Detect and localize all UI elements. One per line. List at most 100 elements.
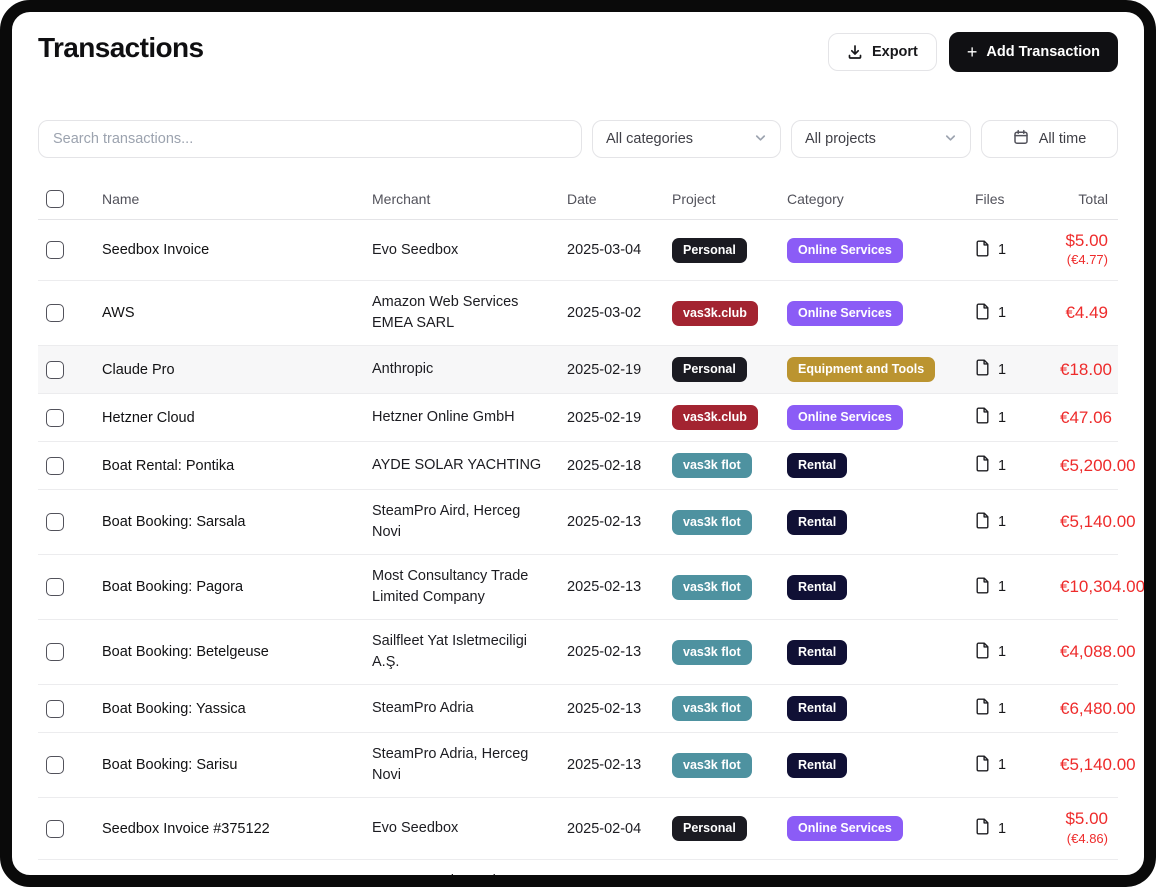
row-total: €5,200.00 bbox=[1060, 456, 1146, 476]
categories-select[interactable]: All categories bbox=[592, 120, 781, 158]
download-icon bbox=[847, 44, 863, 60]
row-merchant: AYDE SOLAR YACHTING bbox=[372, 455, 567, 476]
table-row[interactable]: Boat Booking: Betelgeuse Sailfleet Yat I… bbox=[38, 620, 1118, 685]
add-transaction-button[interactable]: + Add Transaction bbox=[949, 32, 1118, 72]
row-name: AWS bbox=[102, 305, 372, 321]
table-row[interactable]: Boat Booking: Sarsala SteamPro Aird, Her… bbox=[38, 490, 1118, 555]
row-checkbox[interactable] bbox=[46, 883, 64, 887]
table-row[interactable]: Hetzner Cloud Hetzner Online GmbH 2025-0… bbox=[38, 394, 1118, 442]
file-icon bbox=[975, 407, 990, 428]
row-checkbox[interactable] bbox=[46, 700, 64, 718]
row-total: $5.00 (€4.77) bbox=[1060, 231, 1118, 269]
file-count: 1 bbox=[998, 458, 1006, 474]
row-total: €47.06 bbox=[1060, 408, 1122, 428]
row-merchant: SteamPro Adria bbox=[372, 698, 567, 719]
row-date: 2025-02-13 bbox=[567, 757, 672, 773]
file-icon bbox=[975, 359, 990, 380]
row-date: 2025-02-13 bbox=[567, 514, 672, 530]
table-row[interactable]: AWS Amazon Web Services EMEA SARL 2025-0… bbox=[38, 281, 1118, 346]
chevron-down-icon bbox=[944, 131, 957, 148]
row-date: 2025-02-18 bbox=[567, 458, 672, 474]
table-row[interactable]: Boat Booking: Sarisu SteamPro Adria, Her… bbox=[38, 733, 1118, 798]
row-checkbox[interactable] bbox=[46, 578, 64, 596]
row-date: 2025-02-19 bbox=[567, 410, 672, 426]
table-row[interactable]: Seedbox Invoice Evo Seedbox 2025-03-04 P… bbox=[38, 220, 1118, 281]
row-total: €4.49 bbox=[1060, 303, 1118, 323]
row-merchant: Hetzner Online GmbH bbox=[372, 407, 567, 428]
table-row[interactable]: AWS Amazon Web Services EMEA SARL 2025-0… bbox=[38, 860, 1118, 887]
project-badge: Personal bbox=[672, 238, 747, 263]
file-icon bbox=[975, 577, 990, 598]
add-transaction-button-label: Add Transaction bbox=[986, 44, 1100, 60]
row-merchant: Amazon Web Services EMEA SARL bbox=[372, 292, 567, 334]
table-row[interactable]: Boat Booking: Pagora Most Consultancy Tr… bbox=[38, 555, 1118, 620]
project-badge: vas3k flot bbox=[672, 696, 752, 721]
row-checkbox[interactable] bbox=[46, 361, 64, 379]
table-row[interactable]: Boat Booking: Yassica SteamPro Adria 202… bbox=[38, 685, 1118, 733]
search-input[interactable] bbox=[53, 131, 567, 147]
project-badge: vas3k flot bbox=[672, 453, 752, 478]
category-badge: Online Services bbox=[787, 816, 903, 841]
row-date: 2025-02-04 bbox=[567, 821, 672, 837]
row-checkbox[interactable] bbox=[46, 457, 64, 475]
row-checkbox[interactable] bbox=[46, 409, 64, 427]
row-total: €4,088.00 bbox=[1060, 642, 1146, 662]
row-date: 2025-02-13 bbox=[567, 644, 672, 660]
date-range-button[interactable]: All time bbox=[981, 120, 1118, 158]
category-badge: Online Services bbox=[787, 238, 903, 263]
category-badge: Equipment and Tools bbox=[787, 357, 935, 382]
table-row[interactable]: Claude Pro Anthropic 2025-02-19 Personal… bbox=[38, 346, 1118, 394]
column-header-category: Category bbox=[787, 191, 975, 207]
project-badge: vas3k.club bbox=[672, 879, 758, 887]
row-merchant: Evo Seedbox bbox=[372, 240, 567, 261]
total-amount: €47.06 bbox=[1060, 408, 1112, 428]
file-count: 1 bbox=[998, 644, 1006, 660]
row-name: Hetzner Cloud bbox=[102, 410, 372, 426]
row-checkbox[interactable] bbox=[46, 756, 64, 774]
row-checkbox[interactable] bbox=[46, 820, 64, 838]
table-header: Name Merchant Date Project Category File… bbox=[38, 178, 1118, 220]
row-checkbox[interactable] bbox=[46, 513, 64, 531]
search-box bbox=[38, 120, 582, 158]
file-icon bbox=[975, 240, 990, 261]
plus-icon: + bbox=[967, 43, 978, 61]
row-total: €5,140.00 bbox=[1060, 755, 1146, 775]
table-body: Seedbox Invoice Evo Seedbox 2025-03-04 P… bbox=[38, 220, 1118, 887]
projects-select-value: All projects bbox=[805, 131, 876, 147]
project-badge: vas3k.club bbox=[672, 405, 758, 430]
row-checkbox[interactable] bbox=[46, 304, 64, 322]
total-amount: €18.00 bbox=[1060, 360, 1112, 380]
total-amount: $5.00 bbox=[1060, 809, 1108, 829]
column-header-date: Date bbox=[567, 191, 672, 207]
row-files: 1 bbox=[975, 642, 1060, 663]
row-name: Claude Pro bbox=[102, 362, 372, 378]
transactions-table: Name Merchant Date Project Category File… bbox=[38, 178, 1118, 887]
projects-select[interactable]: All projects bbox=[791, 120, 971, 158]
column-header-total: Total bbox=[1060, 191, 1118, 207]
category-badge: Rental bbox=[787, 696, 847, 721]
row-date: 2025-02-19 bbox=[567, 362, 672, 378]
calendar-icon bbox=[1013, 129, 1029, 149]
row-date: 2025-02-13 bbox=[567, 701, 672, 717]
row-checkbox[interactable] bbox=[46, 241, 64, 259]
row-files: 1 bbox=[975, 303, 1060, 324]
file-icon bbox=[975, 818, 990, 839]
category-badge: Rental bbox=[787, 575, 847, 600]
export-button[interactable]: Export bbox=[828, 33, 937, 71]
total-amount: €10,304.00 bbox=[1060, 577, 1145, 597]
file-icon bbox=[975, 455, 990, 476]
category-badge: Rental bbox=[787, 753, 847, 778]
row-date: 2025-02-13 bbox=[567, 579, 672, 595]
row-name: Boat Booking: Sarsala bbox=[102, 514, 372, 530]
table-row[interactable]: Seedbox Invoice #375122 Evo Seedbox 2025… bbox=[38, 798, 1118, 859]
file-count: 1 bbox=[998, 579, 1006, 595]
row-checkbox[interactable] bbox=[46, 643, 64, 661]
app-frame: Transactions Export + Add Transaction bbox=[0, 0, 1156, 887]
row-files: 1 bbox=[975, 818, 1060, 839]
row-merchant: SteamPro Adria, Herceg Novi bbox=[372, 744, 567, 786]
row-total: €4.74 bbox=[1060, 882, 1118, 887]
categories-select-value: All categories bbox=[606, 131, 693, 147]
table-row[interactable]: Boat Rental: Pontika AYDE SOLAR YACHTING… bbox=[38, 442, 1118, 490]
file-count: 1 bbox=[998, 514, 1006, 530]
select-all-checkbox[interactable] bbox=[46, 190, 64, 208]
